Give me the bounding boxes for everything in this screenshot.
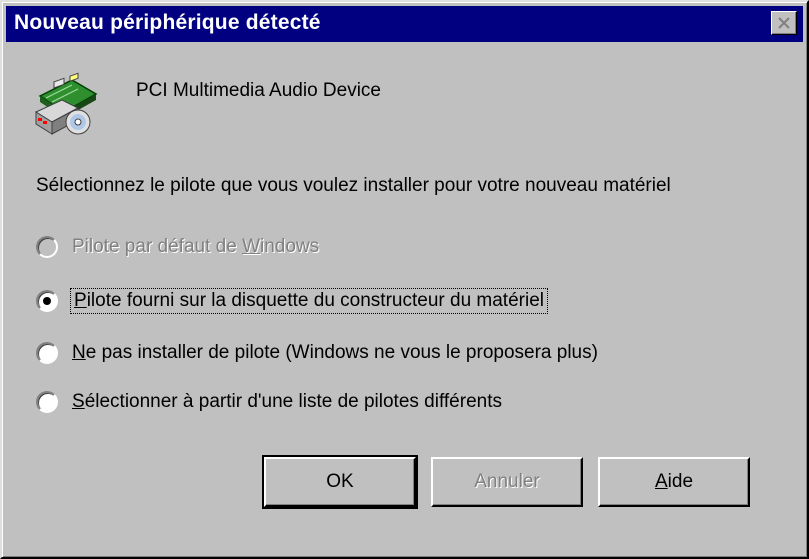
dialog-window: Nouveau périphérique détecté PCI Multime…	[0, 0, 809, 559]
option-label: Pilote par défaut de Windows	[72, 236, 320, 257]
option-manufacturer-disk[interactable]: Pilote fourni sur la disquette du constr…	[36, 286, 548, 316]
option-default-driver: Pilote par défaut de Windows	[36, 232, 319, 262]
window-title: Nouveau périphérique détecté	[14, 11, 321, 34]
device-name: PCI Multimedia Audio Device	[136, 80, 381, 101]
radio-button-selected[interactable]	[36, 290, 58, 312]
radio-button[interactable]	[36, 391, 58, 413]
option-driver-list[interactable]: Sélectionner à partir d'une liste de pil…	[36, 387, 502, 417]
prompt-text: Sélectionnez le pilote que vous voulez i…	[36, 175, 671, 196]
option-label[interactable]: Sélectionner à partir d'une liste de pil…	[72, 391, 502, 413]
cancel-label: Annuler	[474, 471, 540, 492]
help-button[interactable]: Aide	[598, 457, 750, 507]
help-label: Aide	[654, 471, 694, 492]
option-no-driver[interactable]: Ne pas installer de pilote (Windows ne v…	[36, 338, 598, 368]
option-label[interactable]: Ne pas installer de pilote (Windows ne v…	[72, 342, 598, 364]
close-icon	[778, 17, 790, 29]
option-label[interactable]: Pilote fourni sur la disquette du constr…	[70, 288, 548, 314]
radio-button[interactable]	[36, 342, 58, 364]
sound-card-icon	[34, 72, 98, 135]
ok-button[interactable]: OK	[262, 455, 418, 509]
cancel-button: Annuler	[431, 457, 583, 507]
ok-label: OK	[326, 471, 354, 492]
radio-button	[36, 236, 58, 258]
close-button[interactable]	[771, 11, 797, 35]
title-bar[interactable]: Nouveau périphérique détecté	[6, 6, 803, 42]
